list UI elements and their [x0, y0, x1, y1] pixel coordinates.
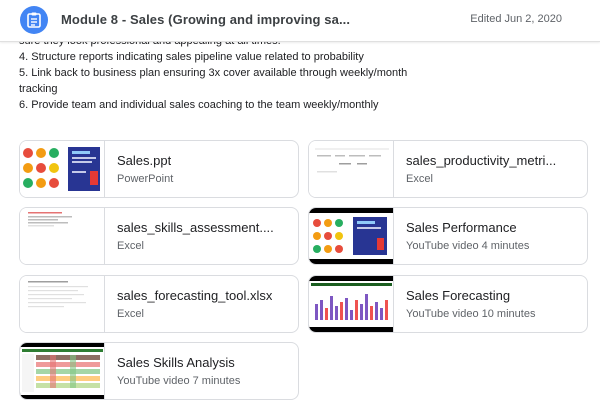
attachment-meta: YouTube video 7 minutes — [117, 375, 241, 387]
assignment-header: Module 8 - Sales (Growing and improving … — [0, 0, 600, 42]
slides-thumbnail — [20, 141, 105, 197]
description-line: 6. Provide team and individual sales coa… — [19, 99, 379, 111]
video-thumbnail — [20, 343, 105, 399]
description-line: 5. Link back to business plan ensuring 3… — [19, 67, 408, 79]
attachment-card-sales-forecasting-tool[interactable]: sales_forecasting_tool.xlsx Excel — [19, 275, 299, 333]
attachment-card-sales-forecasting[interactable]: Sales Forecasting YouTube video 10 minut… — [308, 275, 588, 333]
spreadsheet-thumbnail — [309, 141, 394, 197]
attachment-meta: PowerPoint — [117, 173, 174, 185]
attachment-title: Sales.ppt — [117, 153, 172, 168]
attachment-meta: Excel — [117, 240, 144, 252]
attachment-card-sales-skills-assessment[interactable]: sales_skills_assessment.... Excel — [19, 207, 299, 265]
attachment-meta: YouTube video 4 minutes — [406, 240, 530, 252]
spreadsheet-thumbnail — [20, 276, 105, 332]
attachment-meta: Excel — [406, 173, 433, 185]
assignment-icon — [20, 6, 48, 34]
attachment-title: Sales Skills Analysis — [117, 355, 235, 370]
description-line: tracking — [19, 83, 58, 95]
attachment-meta: Excel — [117, 308, 144, 320]
video-thumbnail — [309, 208, 394, 264]
attachment-title: sales_forecasting_tool.xlsx — [117, 288, 273, 303]
attachment-card-sales-performance[interactable]: Sales Performance YouTube video 4 minute… — [308, 207, 588, 265]
attachment-card-sales-ppt[interactable]: Sales.ppt PowerPoint — [19, 140, 299, 198]
video-thumbnail — [309, 276, 394, 332]
attachment-title: sales_productivity_metri... — [406, 153, 557, 168]
attachment-card-sales-productivity[interactable]: sales_productivity_metri... Excel — [308, 140, 588, 198]
attachment-title: Sales Forecasting — [406, 288, 511, 303]
attachment-title: Sales Performance — [406, 220, 517, 235]
spreadsheet-thumbnail — [20, 208, 105, 264]
attachment-title: sales_skills_assessment.... — [117, 220, 274, 235]
attachment-meta: YouTube video 10 minutes — [406, 308, 536, 320]
attachment-card-sales-skills-analysis[interactable]: Sales Skills Analysis YouTube video 7 mi… — [19, 342, 299, 400]
edited-timestamp: Edited Jun 2, 2020 — [470, 13, 562, 25]
assignment-title[interactable]: Module 8 - Sales (Growing and improving … — [61, 12, 350, 27]
description-line: 4. Structure reports indicating sales pi… — [19, 51, 364, 63]
assignment-description: sure they look professional and appealin… — [19, 33, 408, 113]
